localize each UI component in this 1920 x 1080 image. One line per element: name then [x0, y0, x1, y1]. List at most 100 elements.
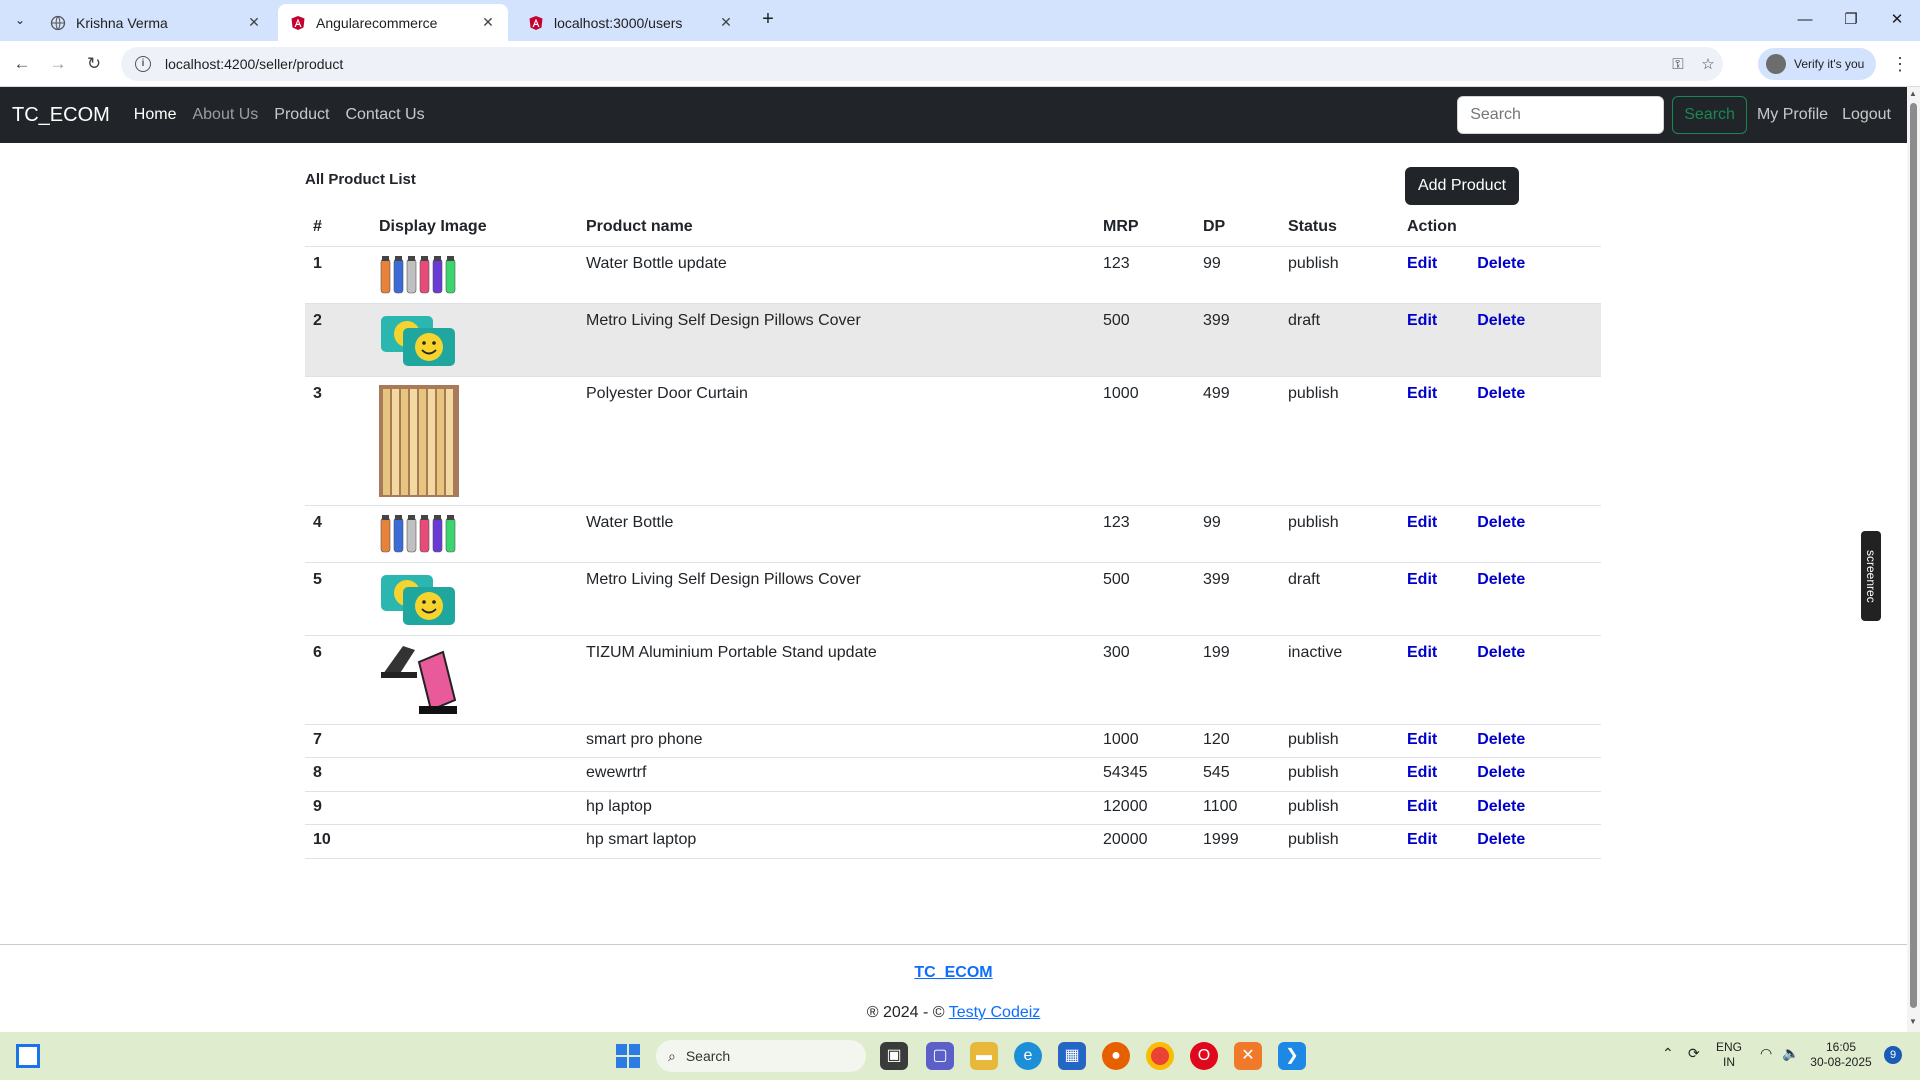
product-mrp: 300	[1095, 635, 1195, 725]
forward-arrow-icon[interactable]: →	[44, 50, 72, 78]
product-status: draft	[1280, 562, 1399, 636]
close-window-icon[interactable]: ✕	[1874, 6, 1920, 34]
delete-link[interactable]: Delete	[1477, 764, 1525, 781]
region-label: IN	[1723, 1055, 1735, 1069]
new-tab-plus-icon[interactable]: +	[756, 8, 780, 32]
chrome-icon[interactable]	[1146, 1042, 1174, 1070]
search-input[interactable]	[1457, 96, 1665, 134]
xampp-icon[interactable]: ✕	[1234, 1042, 1262, 1070]
nav-link-about[interactable]: About Us	[192, 106, 258, 124]
address-url[interactable]: localhost:4200/seller/product	[165, 56, 1663, 72]
browser-menu-icon[interactable]: ⋮	[1890, 50, 1910, 78]
delete-link[interactable]: Delete	[1477, 514, 1525, 531]
delete-link[interactable]: Delete	[1477, 385, 1525, 402]
browser-tab-3[interactable]: localhost:3000/users ✕	[516, 4, 746, 41]
notification-badge[interactable]: 9	[1884, 1046, 1902, 1064]
nav-link-logout[interactable]: Logout	[1842, 106, 1891, 124]
delete-link[interactable]: Delete	[1477, 255, 1525, 272]
nav-link-my-profile[interactable]: My Profile	[1757, 106, 1828, 124]
product-dp: 120	[1195, 724, 1280, 758]
product-status: inactive	[1280, 635, 1399, 725]
browser-tab-2[interactable]: Angularecommerce ✕	[278, 4, 508, 41]
row-number: 6	[305, 635, 371, 725]
angular-icon	[290, 15, 306, 31]
row-actions: Edit Delete	[1399, 791, 1601, 825]
edit-link[interactable]: Edit	[1407, 764, 1437, 781]
nav-link-product[interactable]: Product	[274, 106, 329, 124]
tab-search-chevron-icon[interactable]: ⌄	[8, 9, 32, 31]
edit-link[interactable]: Edit	[1407, 312, 1437, 329]
delete-link[interactable]: Delete	[1477, 731, 1525, 748]
task-view-icon[interactable]: ▣	[880, 1042, 908, 1070]
widgets-icon[interactable]	[16, 1044, 40, 1068]
row-actions: Edit Delete	[1399, 757, 1601, 792]
tray-chevron-up-icon[interactable]: ⌃	[1662, 1046, 1674, 1061]
scroll-up-arrow-icon[interactable]: ▲	[1909, 89, 1917, 98]
header-display-image: Display Image	[371, 208, 578, 247]
volume-icon[interactable]: 🔈	[1782, 1046, 1799, 1061]
password-key-icon[interactable]: ⚿	[1663, 56, 1693, 73]
file-explorer-icon[interactable]: ▬	[970, 1042, 998, 1070]
edit-link[interactable]: Edit	[1407, 385, 1437, 402]
screenrec-overlay[interactable]: screenrec	[1861, 531, 1881, 621]
navbar-brand[interactable]: TC_ECOM	[12, 104, 110, 127]
minimize-icon[interactable]: —	[1782, 6, 1828, 34]
teams-icon[interactable]: ▢	[926, 1042, 954, 1070]
product-mrp: 500	[1095, 562, 1195, 636]
delete-link[interactable]: Delete	[1477, 312, 1525, 329]
delete-link[interactable]: Delete	[1477, 831, 1525, 848]
sync-icon[interactable]: ⟳	[1688, 1046, 1700, 1061]
close-tab-icon[interactable]: ✕	[246, 14, 262, 31]
row-actions: Edit Delete	[1399, 635, 1601, 725]
edit-link[interactable]: Edit	[1407, 644, 1437, 661]
product-name: Metro Living Self Design Pillows Cover	[578, 303, 1095, 377]
edit-link[interactable]: Edit	[1407, 831, 1437, 848]
vscode-icon[interactable]: ❯	[1278, 1042, 1306, 1070]
close-tab-icon[interactable]: ✕	[718, 14, 734, 31]
store-icon[interactable]: ▦	[1058, 1042, 1086, 1070]
footer-author-link[interactable]: Testy Codeiz	[949, 1004, 1041, 1021]
row-number: 10	[305, 824, 371, 859]
close-tab-icon[interactable]: ✕	[480, 14, 496, 31]
edit-link[interactable]: Edit	[1407, 731, 1437, 748]
browser-tab-1[interactable]: Krishna Verma ✕	[38, 4, 274, 41]
profile-verify-button[interactable]: Verify it's you	[1758, 48, 1876, 80]
edit-link[interactable]: Edit	[1407, 255, 1437, 272]
back-arrow-icon[interactable]: ←	[8, 50, 36, 78]
row-actions: Edit Delete	[1399, 303, 1601, 377]
opera-icon[interactable]: O	[1190, 1042, 1218, 1070]
clock[interactable]: 16:05 30-08-2025	[1806, 1040, 1876, 1070]
add-product-button[interactable]: Add Product	[1405, 167, 1519, 205]
firefox-icon[interactable]: ●	[1102, 1042, 1130, 1070]
product-image	[371, 376, 578, 506]
footer-brand: TC_ECOM	[0, 964, 1907, 982]
edit-link[interactable]: Edit	[1407, 798, 1437, 815]
edge-icon[interactable]: e	[1014, 1042, 1042, 1070]
language-indicator[interactable]: ENG IN	[1716, 1040, 1742, 1070]
search-button[interactable]: Search	[1672, 96, 1747, 134]
table-row: 2 Metro Living Self Design Pillows Cover 5…	[305, 303, 1601, 377]
nav-link-contact[interactable]: Contact Us	[345, 106, 424, 124]
row-number: 1	[305, 246, 371, 304]
delete-link[interactable]: Delete	[1477, 644, 1525, 661]
scroll-down-arrow-icon[interactable]: ▼	[1909, 1017, 1917, 1026]
restore-icon[interactable]: ❐	[1828, 6, 1874, 34]
site-info-icon[interactable]: i	[135, 56, 151, 72]
delete-link[interactable]: Delete	[1477, 798, 1525, 815]
address-bar[interactable]: i localhost:4200/seller/product ⚿ ☆	[121, 47, 1723, 81]
footer-brand-link[interactable]: TC_ECOM	[914, 964, 992, 981]
wifi-icon[interactable]: ◠	[1760, 1046, 1772, 1061]
scrollbar-thumb[interactable]	[1910, 103, 1917, 1008]
page-scrollbar[interactable]: ▲ ▼	[1907, 87, 1920, 1032]
bookmark-star-icon[interactable]: ☆	[1693, 55, 1723, 73]
edit-link[interactable]: Edit	[1407, 571, 1437, 588]
product-image	[371, 562, 578, 636]
nav-link-home[interactable]: Home	[134, 106, 177, 124]
product-dp: 399	[1195, 303, 1280, 377]
windows-start-icon[interactable]	[616, 1044, 640, 1068]
reload-icon[interactable]: ↻	[80, 50, 108, 78]
delete-link[interactable]: Delete	[1477, 571, 1525, 588]
row-actions: Edit Delete	[1399, 724, 1601, 758]
edit-link[interactable]: Edit	[1407, 514, 1437, 531]
taskbar-search[interactable]: ⌕ Search	[656, 1040, 866, 1072]
